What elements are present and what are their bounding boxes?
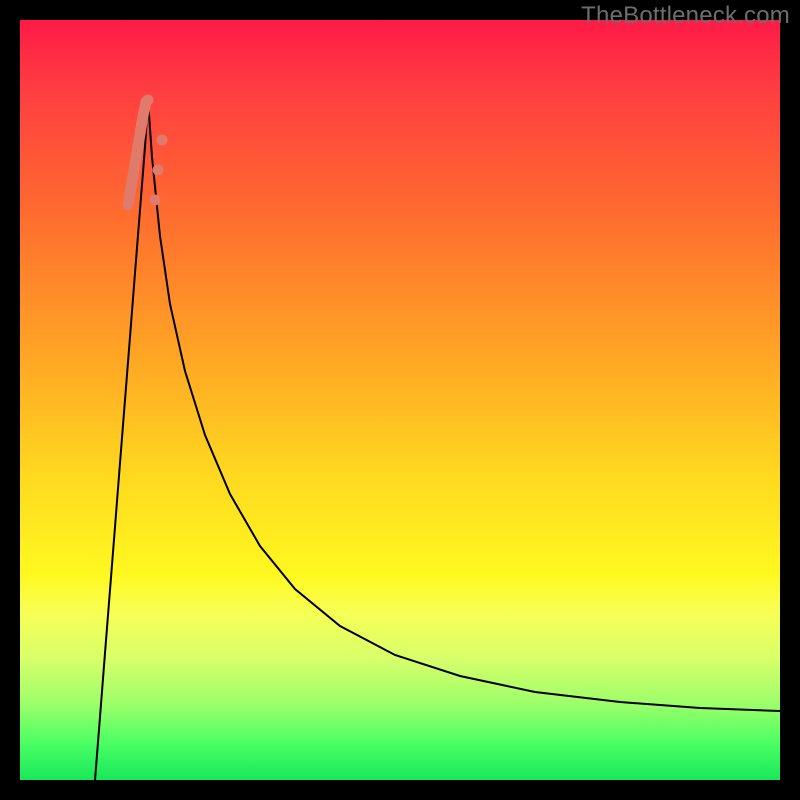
- plot-area: [20, 20, 780, 780]
- watermark-text: TheBottleneck.com: [581, 2, 790, 30]
- chart-dot: [153, 165, 164, 176]
- chart-frame: TheBottleneck.com: [0, 0, 800, 800]
- chart-series-right-curve: [148, 100, 780, 711]
- chart-dot: [150, 195, 161, 206]
- chart-series-left-line: [95, 100, 148, 780]
- chart-svg: [20, 20, 780, 780]
- chart-dot: [157, 135, 168, 146]
